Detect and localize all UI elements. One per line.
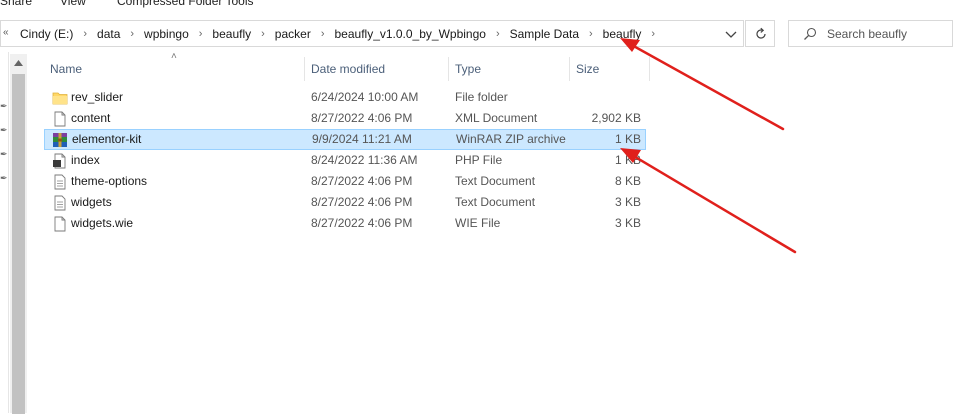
pin-icon[interactable]: ✒	[0, 149, 8, 160]
file-size: 3 KB	[614, 195, 641, 209]
breadcrumb-item-current[interactable]: beaufly	[603, 27, 642, 41]
file-date: 8/27/2022 4:06 PM	[311, 216, 413, 230]
search-box[interactable]	[788, 20, 953, 47]
chevron-right-icon[interactable]: ›	[496, 28, 500, 40]
text-document-icon	[54, 195, 66, 211]
tab-compressed-folder-tools[interactable]: Compressed Folder Tools	[117, 0, 254, 8]
file-type: Text Document	[455, 195, 536, 209]
file-date: 8/24/2022 11:36 AM	[311, 153, 418, 167]
file-row[interactable]: content 8/27/2022 4:06 PM XML Document 2…	[44, 108, 646, 129]
scroll-up-icon[interactable]	[14, 60, 23, 66]
tab-view[interactable]: View	[60, 0, 86, 8]
file-name[interactable]: index	[71, 150, 100, 171]
file-name[interactable]: theme-options	[71, 171, 147, 192]
pin-icon[interactable]: ✒	[0, 101, 8, 112]
file-name[interactable]: rev_slider	[71, 87, 123, 108]
file-row[interactable]: index 8/24/2022 11:36 AM PHP File 1 KB	[44, 150, 646, 171]
document-icon	[54, 111, 66, 127]
pin-icon[interactable]: ✒	[0, 173, 8, 184]
file-date: 6/24/2024 10:00 AM	[311, 90, 419, 104]
search-icon	[804, 27, 817, 40]
breadcrumb: Cindy (E:) › data › wpbingo › beaufly › …	[20, 21, 665, 46]
file-size: 3 KB	[614, 216, 641, 230]
search-input[interactable]	[827, 21, 947, 46]
navigation-pane-edge: ✒ ✒ ✒ ✒	[0, 52, 9, 413]
file-type: WinRAR ZIP archive	[456, 132, 566, 146]
column-header-date[interactable]: Date modified	[305, 55, 448, 83]
chevron-right-icon[interactable]: ›	[130, 28, 134, 40]
refresh-button[interactable]	[745, 20, 775, 47]
file-row[interactable]: widgets 8/27/2022 4:06 PM Text Document …	[44, 192, 646, 213]
file-name[interactable]: elementor-kit	[72, 129, 141, 150]
file-type: XML Document	[455, 111, 538, 125]
column-header-type[interactable]: Type	[449, 55, 569, 83]
chevron-right-icon[interactable]: ›	[321, 28, 325, 40]
navigation-scrollbar[interactable]	[10, 54, 27, 414]
breadcrumb-item[interactable]: Sample Data	[510, 27, 579, 41]
pin-icon[interactable]: ✒	[0, 125, 8, 136]
file-date: 8/27/2022 4:06 PM	[311, 111, 413, 125]
tab-share[interactable]: Share	[0, 0, 32, 8]
winrar-archive-icon	[53, 133, 67, 147]
chevron-down-icon[interactable]	[723, 26, 739, 42]
file-date: 8/27/2022 4:06 PM	[311, 195, 413, 209]
file-row[interactable]: rev_slider 6/24/2024 10:00 AM File folde…	[44, 87, 646, 108]
text-document-icon	[54, 174, 66, 190]
file-name[interactable]: widgets	[71, 192, 112, 213]
file-size: 2,902 KB	[591, 111, 641, 125]
refresh-icon	[756, 27, 766, 39]
breadcrumb-item[interactable]: Cindy (E:)	[20, 27, 73, 41]
file-name[interactable]: content	[71, 108, 110, 129]
breadcrumb-item[interactable]: wpbingo	[144, 27, 189, 41]
chevron-right-icon[interactable]: ›	[589, 28, 593, 40]
chevron-right-icon[interactable]: ›	[651, 28, 655, 40]
breadcrumb-item[interactable]: beaufly	[212, 27, 251, 41]
breadcrumb-item[interactable]: data	[97, 27, 120, 41]
address-row: « Cindy (E:) › data › wpbingo › beaufly …	[0, 17, 953, 51]
file-row[interactable]: theme-options 8/27/2022 4:06 PM Text Doc…	[44, 171, 646, 192]
folder-icon	[52, 92, 68, 105]
file-name[interactable]: widgets.wie	[71, 213, 133, 234]
scrollbar-thumb[interactable]	[12, 74, 25, 414]
column-header-name[interactable]: Name	[44, 55, 303, 83]
ribbon-tabs: Share View Compressed Folder Tools	[0, 0, 953, 12]
chevron-right-icon[interactable]: ›	[83, 28, 87, 40]
file-type: Text Document	[455, 174, 536, 188]
breadcrumb-item[interactable]: beaufly_v1.0.0_by_Wpbingo	[335, 27, 486, 41]
file-size: 8 KB	[614, 174, 641, 188]
file-row-selected[interactable]: elementor-kit 9/9/2024 11:21 AM WinRAR Z…	[44, 129, 646, 150]
chevron-right-icon[interactable]: ›	[199, 28, 203, 40]
column-divider[interactable]	[649, 57, 650, 81]
file-size: 1 KB	[614, 132, 641, 146]
file-date: 9/9/2024 11:21 AM	[312, 132, 412, 146]
chevron-right-icon[interactable]: ›	[261, 28, 265, 40]
file-size: 1 KB	[614, 153, 641, 167]
file-date: 8/27/2022 4:06 PM	[311, 174, 413, 188]
breadcrumb-item[interactable]: packer	[275, 27, 311, 41]
annotation-arrow	[620, 148, 797, 254]
file-type: PHP File	[455, 153, 503, 167]
document-icon	[54, 216, 66, 232]
file-type: WIE File	[455, 216, 501, 230]
column-header-size[interactable]: Size	[570, 55, 648, 83]
column-headers: ˄ Name Date modified Type Size	[44, 52, 650, 83]
address-bar[interactable]: « Cindy (E:) › data › wpbingo › beaufly …	[0, 20, 744, 47]
file-type: File folder	[455, 90, 508, 104]
overflow-chevron-icon[interactable]: «	[3, 27, 9, 38]
php-file-icon	[53, 153, 66, 169]
file-row[interactable]: widgets.wie 8/27/2022 4:06 PM WIE File 3…	[44, 213, 646, 234]
